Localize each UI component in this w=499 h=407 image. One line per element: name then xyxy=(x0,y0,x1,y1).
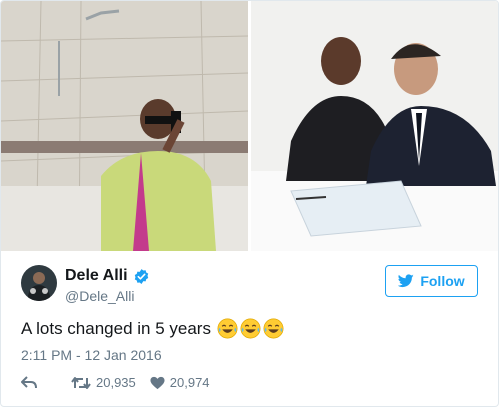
author-avatar[interactable] xyxy=(21,265,57,301)
tweet-text: A lots changed in 5 years xyxy=(21,318,211,338)
tweet-timestamp[interactable]: 2:11 PM - 12 Jan 2016 xyxy=(21,347,162,363)
author-handle[interactable]: @Dele_Alli xyxy=(65,288,134,304)
avatar-image xyxy=(21,265,57,301)
like-count: 20,974 xyxy=(169,375,210,390)
reply-icon xyxy=(21,375,37,388)
bathroom-mirror-selfie-photo[interactable] xyxy=(1,1,248,251)
follow-label: Follow xyxy=(420,273,465,289)
signing-illustration xyxy=(251,1,498,251)
tweet-actions: 20,935 20,974 xyxy=(21,375,210,390)
face-with-tears-of-joy-icon xyxy=(217,318,238,339)
contract-signing-photo[interactable] xyxy=(251,1,498,251)
tweet-text-row: A lots changed in 5 years xyxy=(21,318,284,339)
author-name[interactable]: Dele Alli xyxy=(65,267,128,285)
face-with-tears-of-joy-icon xyxy=(263,318,284,339)
like-button[interactable]: 20,974 xyxy=(150,375,210,390)
retweet-count: 20,935 xyxy=(96,375,136,390)
reply-button[interactable] xyxy=(21,375,37,390)
verified-badge-icon xyxy=(134,268,148,284)
selfie-illustration xyxy=(1,1,248,251)
follow-button[interactable]: Follow xyxy=(385,265,478,297)
retweet-button[interactable]: 20,935 xyxy=(71,375,136,390)
emoji-group xyxy=(217,318,284,339)
heart-icon xyxy=(150,376,165,389)
twitter-bird-icon xyxy=(398,274,415,288)
face-with-tears-of-joy-icon xyxy=(240,318,261,339)
tweet-card: Dele Alli @Dele_Alli Follow A lots chang… xyxy=(0,0,499,407)
tweet-media[interactable] xyxy=(1,1,498,251)
author-name-row: Dele Alli xyxy=(65,267,150,285)
retweet-icon xyxy=(71,376,91,389)
